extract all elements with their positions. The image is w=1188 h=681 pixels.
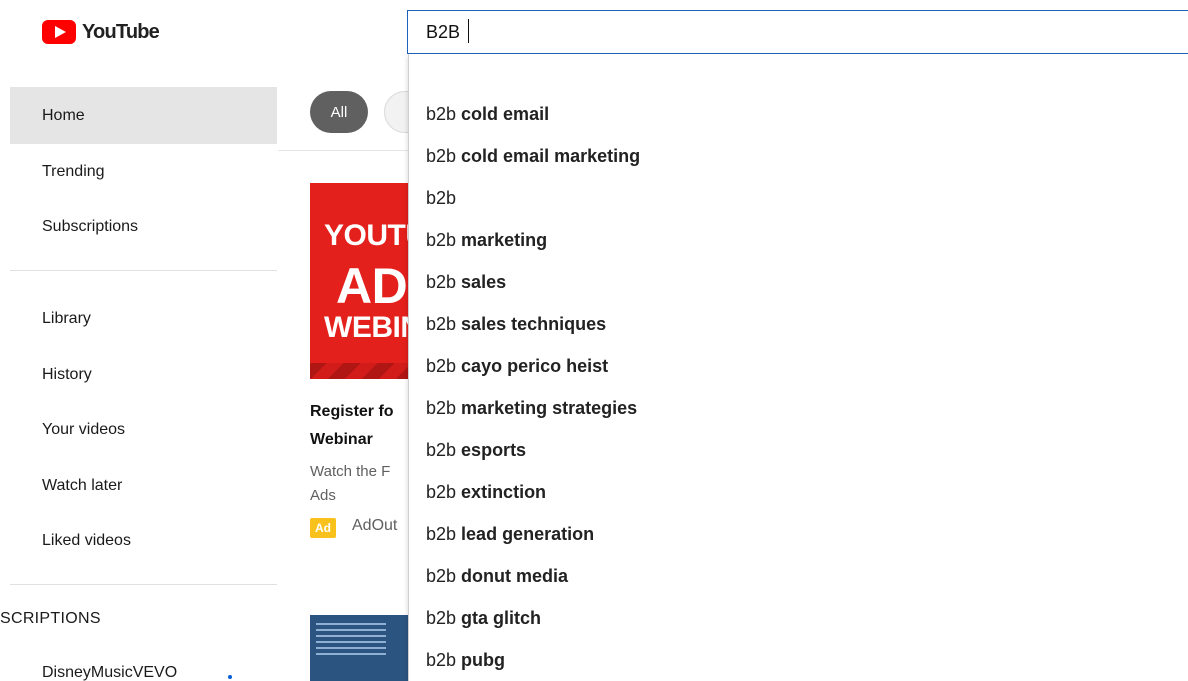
suggestion-prefix: b2b (426, 607, 457, 628)
suggestion-completion: donut media (456, 565, 569, 586)
suggestion-prefix: b2b (426, 481, 457, 502)
suggestion-completion: pubg (456, 649, 506, 670)
suggestion-prefix: b2b (426, 313, 457, 334)
sidebar: Home Trending Subscriptions Library Hist… (0, 72, 278, 681)
new-content-indicator (228, 675, 232, 679)
search-suggestion[interactable]: b2b gta glitch (409, 597, 1188, 639)
suggestion-prefix: b2b (426, 397, 457, 418)
sidebar-item-label: Your videos (42, 420, 126, 438)
suggestion-completion: cayo perico heist (456, 355, 609, 376)
youtube-play-icon (42, 20, 76, 44)
sidebar-item-label: Home (42, 106, 85, 124)
thumbnail-text-line: WEBIN (324, 311, 422, 344)
sidebar-item-label: Subscriptions (42, 217, 139, 235)
suggestion-prefix: b2b (426, 649, 457, 670)
subscription-item-disneymusicvevo[interactable]: DisneyMusicVEVO (42, 664, 177, 681)
chip-all[interactable]: All (310, 91, 368, 133)
search-suggestion[interactable]: b2b cayo perico heist (409, 345, 1188, 387)
sidebar-item-your-videos[interactable]: Your videos (10, 401, 277, 458)
logo-text: YouTube (82, 20, 160, 43)
suggestion-completion: esports (456, 439, 527, 460)
search-suggestion[interactable]: b2b lead generation (409, 513, 1188, 555)
search-suggestion[interactable]: b2b esports (409, 429, 1188, 471)
suggestion-prefix: b2b (426, 439, 457, 460)
subscriptions-section-title: SCRIPTIONS (0, 610, 101, 627)
search-suggestion[interactable]: b2b (409, 177, 1188, 219)
suggestion-prefix: b2b (426, 523, 457, 544)
search-suggestion[interactable]: b2b sales techniques (409, 303, 1188, 345)
suggestion-prefix: b2b (426, 103, 457, 124)
suggestion-prefix: b2b (426, 145, 457, 166)
ad-badge: Ad (310, 518, 336, 538)
sidebar-item-label: History (42, 365, 92, 383)
sidebar-item-label: Trending (42, 162, 105, 180)
suggestion-prefix: b2b (426, 271, 457, 292)
thumbnail-text-line (316, 647, 387, 649)
suggestion-completion: marketing (456, 229, 548, 250)
thumbnail-text-line (316, 623, 387, 625)
thumbnail-text-line (316, 653, 387, 655)
video-thumbnail[interactable] (310, 615, 410, 681)
sidebar-item-watch-later[interactable]: Watch later (10, 457, 277, 514)
sidebar-divider (10, 270, 277, 271)
suggestion-completion: extinction (456, 481, 547, 502)
sidebar-item-liked-videos[interactable]: Liked videos (10, 512, 277, 569)
search-suggestion[interactable]: b2b marketing strategies (409, 387, 1188, 429)
search-suggestion[interactable]: b2b cold email marketing (409, 135, 1188, 177)
sidebar-item-label: Liked videos (42, 531, 131, 549)
search-suggestions-dropdown: b2b cold email b2b cold email marketing … (408, 54, 1188, 681)
desc-line: Ads (310, 487, 336, 504)
sidebar-divider (10, 584, 277, 585)
sidebar-item-trending[interactable]: Trending (10, 143, 277, 200)
search-suggestion[interactable]: b2b pubg (409, 639, 1188, 681)
suggestion-prefix: b2b (426, 229, 457, 250)
suggestion-completion: cold email marketing (456, 145, 641, 166)
suggestion-completion: sales (456, 271, 507, 292)
suggestion-prefix: b2b (426, 355, 457, 376)
suggestion-completion: marketing strategies (456, 397, 638, 418)
search-suggestion[interactable]: b2b cold email (409, 93, 1188, 135)
sidebar-item-home[interactable]: Home (10, 87, 277, 144)
search-box[interactable] (407, 10, 1188, 54)
suggestion-completion: cold email (456, 103, 550, 124)
thumbnail-text-line (316, 635, 387, 637)
suggestion-completion: lead generation (456, 523, 595, 544)
ad-channel-name[interactable]: AdOut (352, 517, 397, 535)
sidebar-item-label: Watch later (42, 476, 123, 494)
youtube-logo[interactable]: YouTube (42, 20, 160, 44)
suggestion-completion: sales techniques (456, 313, 607, 334)
thumbnail-text-line (316, 641, 387, 643)
suggestion-prefix: b2b (426, 565, 457, 586)
search-suggestion[interactable]: b2b donut media (409, 555, 1188, 597)
suggestion-completion: gta glitch (456, 607, 542, 628)
title-line: Register fo (310, 403, 394, 420)
sidebar-item-label: Library (42, 309, 91, 327)
ad-video-title[interactable]: Register fo Webinar (310, 398, 420, 454)
sidebar-item-history[interactable]: History (10, 346, 277, 403)
desc-line: Watch the F (310, 463, 391, 480)
text-caret (468, 19, 469, 43)
sidebar-item-subscriptions[interactable]: Subscriptions (10, 198, 277, 255)
search-input[interactable] (408, 11, 1188, 53)
search-suggestion[interactable]: b2b sales (409, 261, 1188, 303)
search-suggestion[interactable]: b2b marketing (409, 219, 1188, 261)
ad-video-description: Watch the F Ads (310, 460, 420, 508)
sidebar-item-library[interactable]: Library (10, 290, 277, 347)
search-suggestion[interactable]: b2b extinction (409, 471, 1188, 513)
suggestion-prefix: b2b (426, 187, 457, 208)
thumbnail-text-line (316, 629, 387, 631)
title-line: Webinar (310, 431, 373, 448)
